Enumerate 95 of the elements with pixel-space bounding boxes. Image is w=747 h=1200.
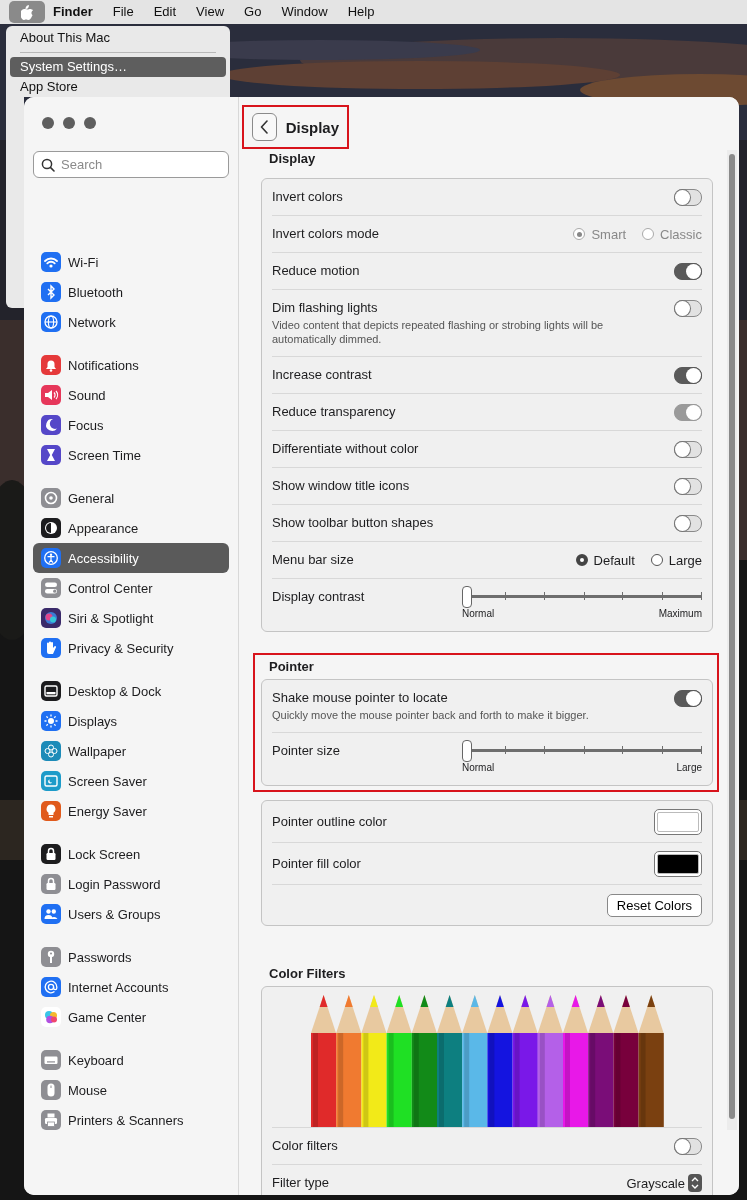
- sidebar-item[interactable]: Desktop & Dock: [33, 676, 229, 706]
- sidebar-item[interactable]: Control Center: [33, 573, 229, 603]
- setting-description: Video content that depicts repeated flashing or strobing lights will be automatically dimmed.: [272, 318, 605, 346]
- slider-label: Normal: [462, 762, 495, 773]
- radio-label: Classic: [660, 226, 702, 242]
- section-heading: Color Filters: [268, 965, 347, 983]
- setting-label: Pointer size: [272, 743, 340, 759]
- setting-label: Show toolbar button shapes: [272, 515, 434, 531]
- sidebar-item[interactable]: Game Center: [33, 1002, 229, 1032]
- toggle-switch[interactable]: [674, 1137, 702, 1155]
- sidebar-item[interactable]: Mouse: [33, 1075, 229, 1105]
- sidebar-item[interactable]: Wi-Fi: [33, 247, 229, 277]
- toggle-switch[interactable]: [674, 366, 702, 384]
- setting-label: Shake mouse pointer to locate: [272, 690, 449, 706]
- menu-bar-item[interactable]: Finder: [51, 0, 103, 24]
- setting-label: Display contrast: [272, 589, 365, 605]
- sidebar-item[interactable]: Screen Time: [33, 440, 229, 470]
- radio-label: Large: [668, 552, 702, 568]
- sidebar-item[interactable]: Focus: [33, 410, 229, 440]
- popup-button[interactable]: Grayscale: [626, 1174, 702, 1192]
- menu-bar-item[interactable]: Help: [337, 0, 385, 24]
- setting-label: Show window title icons: [272, 478, 410, 494]
- slider-label: Maximum: [658, 608, 702, 619]
- setting-label: Differentiate without color: [272, 441, 419, 457]
- window-control[interactable]: [42, 117, 54, 129]
- setting-label: Dim flashing lights: [272, 300, 379, 316]
- window-control[interactable]: [84, 117, 96, 129]
- sidebar-item[interactable]: Users & Groups: [33, 899, 229, 929]
- menu-bar-item[interactable]: Go: [234, 0, 272, 24]
- radio-button[interactable]: [575, 554, 588, 566]
- reset-button[interactable]: Reset Colors: [606, 893, 702, 917]
- setting-label: Invert colors: [272, 189, 343, 205]
- menu-item[interactable]: About This Mac: [10, 28, 226, 48]
- sidebar-item[interactable]: Keyboard: [33, 1045, 229, 1075]
- search-field[interactable]: Search: [33, 151, 229, 178]
- setting-description: Quickly move the mouse pointer back and forth to make it bigger.: [272, 708, 589, 722]
- sidebar-item[interactable]: Accessibility: [33, 543, 229, 573]
- menu-item[interactable]: System Settings…: [10, 57, 226, 77]
- setting-label: Invert colors mode: [272, 226, 379, 242]
- radio-button[interactable]: [650, 554, 663, 566]
- toggle-switch[interactable]: [674, 477, 702, 495]
- window-control[interactable]: [63, 117, 75, 129]
- setting-label: Increase contrast: [272, 367, 372, 383]
- sidebar-item[interactable]: Privacy & Security: [33, 633, 229, 663]
- toggle-switch[interactable]: [674, 690, 702, 707]
- slider-thumb[interactable]: [462, 740, 472, 762]
- setting-label: Filter type: [272, 1175, 330, 1191]
- section-heading: Display: [268, 150, 317, 168]
- toggle-switch[interactable]: [674, 188, 702, 206]
- setting-label: Menu bar size: [272, 552, 354, 568]
- section-heading: Pointer: [268, 658, 315, 676]
- menu-bar-item[interactable]: Edit: [143, 0, 187, 24]
- scroll-thumb[interactable]: [729, 154, 735, 1119]
- sidebar-item[interactable]: Internet Accounts: [33, 972, 229, 1002]
- sidebar-item[interactable]: Screen Saver: [33, 766, 229, 796]
- sidebar-item[interactable]: Lock Screen: [33, 839, 229, 869]
- sidebar-item[interactable]: Displays: [33, 706, 229, 736]
- back-button[interactable]: [252, 113, 277, 141]
- search-icon: [41, 158, 55, 172]
- sidebar-item[interactable]: Wallpaper: [33, 736, 229, 766]
- setting-label: Reduce motion: [272, 263, 360, 279]
- stepper-arrows-icon: [688, 1174, 702, 1192]
- sidebar-item[interactable]: Sound: [33, 380, 229, 410]
- sidebar-item[interactable]: Network: [33, 307, 229, 337]
- apple-logo-icon: [20, 4, 34, 20]
- menu-item[interactable]: App Store: [10, 77, 226, 97]
- apple-menu-button[interactable]: [9, 1, 45, 23]
- toggle-switch[interactable]: [674, 440, 702, 458]
- page-title: Display: [285, 118, 339, 136]
- toggle-switch[interactable]: [674, 300, 702, 317]
- sidebar-item[interactable]: General: [33, 483, 229, 513]
- slider-thumb[interactable]: [462, 586, 472, 608]
- menu-bar-item[interactable]: Window: [271, 0, 338, 24]
- toggle-switch[interactable]: [674, 262, 702, 280]
- menu-bar-item[interactable]: File: [102, 0, 144, 24]
- radio-label: Smart: [591, 226, 627, 242]
- sidebar-item[interactable]: Energy Saver: [33, 796, 229, 826]
- sidebar-item[interactable]: Bluetooth: [33, 277, 229, 307]
- toggle-switch[interactable]: [674, 514, 702, 532]
- chevron-left-icon: [259, 120, 269, 134]
- sidebar-item[interactable]: Login Password: [33, 869, 229, 899]
- sidebar-item[interactable]: Siri & Spotlight: [33, 603, 229, 633]
- sidebar-item[interactable]: Printers & Scanners: [33, 1105, 229, 1135]
- setting-label: Color filters: [272, 1138, 338, 1154]
- sidebar-item[interactable]: Passwords: [33, 942, 229, 972]
- menu-bar-item[interactable]: View: [186, 0, 235, 24]
- slider-label: Normal: [462, 608, 495, 619]
- sidebar-item[interactable]: Appearance: [33, 513, 229, 543]
- setting-label: Pointer outline color: [272, 813, 387, 830]
- setting-label: Reduce transparency: [272, 404, 396, 420]
- sidebar-item[interactable]: Notifications: [33, 350, 229, 380]
- slider-label: Large: [676, 762, 702, 773]
- scrollbar[interactable]: [727, 150, 737, 1130]
- radio-label: Default: [593, 552, 635, 568]
- setting-label: Pointer fill color: [272, 855, 361, 872]
